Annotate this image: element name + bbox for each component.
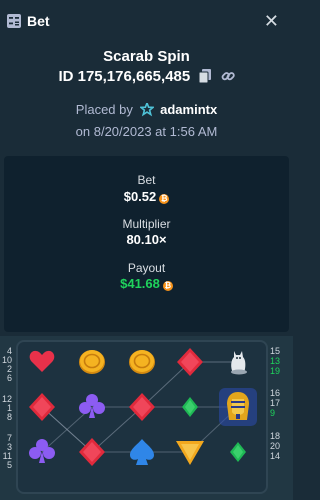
pharaoh-mask-symbol-icon bbox=[217, 386, 259, 428]
coin-symbol-icon bbox=[71, 341, 113, 383]
payline-number: 20 bbox=[270, 441, 281, 451]
payline-number: 16 bbox=[270, 388, 281, 398]
coin-symbol-icon bbox=[121, 341, 163, 383]
payline-number: 18 bbox=[270, 431, 281, 441]
red-diamond-symbol-icon bbox=[121, 386, 163, 428]
payline-number: 14 bbox=[270, 451, 281, 461]
green-diamond-symbol-icon bbox=[217, 431, 259, 473]
payline-number: 6 bbox=[6, 373, 12, 383]
payline-number: 8 bbox=[6, 412, 12, 422]
payline-number: 17 bbox=[270, 398, 281, 408]
payline-number: 15 bbox=[270, 346, 281, 356]
green-diamond-symbol-icon bbox=[169, 386, 211, 428]
red-diamond-symbol-icon bbox=[21, 386, 63, 428]
gold-triangle-symbol-icon bbox=[169, 431, 211, 473]
cat-statue-symbol-icon bbox=[217, 341, 259, 383]
heart-symbol-icon bbox=[21, 341, 63, 383]
red-diamond-symbol-icon bbox=[71, 431, 113, 473]
purple-club-symbol-icon bbox=[21, 431, 63, 473]
payline-number-winning: 9 bbox=[270, 408, 276, 418]
payline-number: 5 bbox=[6, 460, 12, 470]
purple-club-symbol-icon bbox=[71, 386, 113, 428]
payline-number-winning: 13 bbox=[270, 356, 281, 366]
red-diamond-symbol-icon bbox=[169, 341, 211, 383]
blue-spade-symbol-icon bbox=[121, 431, 163, 473]
payline-number-winning: 19 bbox=[270, 366, 281, 376]
